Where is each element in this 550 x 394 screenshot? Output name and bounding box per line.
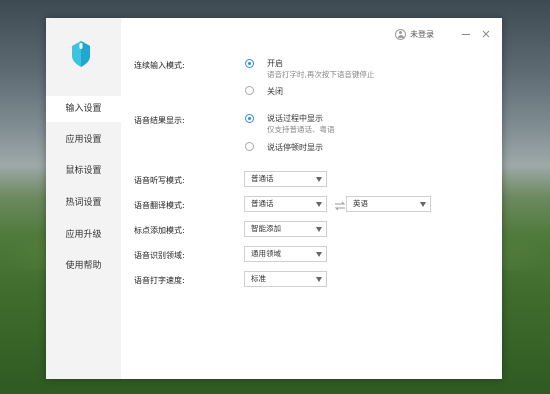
- result-display-pause-label: 说话停顿时显示: [267, 143, 323, 152]
- punctuation-mode-value: 智能添加: [251, 224, 281, 233]
- continuous-mode-label: 连续输入模式:: [134, 61, 185, 70]
- translation-mode-label: 语音翻译模式:: [134, 201, 185, 210]
- sidebar-item-mouse-settings[interactable]: 鼠标设置: [46, 158, 121, 184]
- translation-source-select[interactable]: 普通话: [244, 196, 327, 212]
- typing-speed-label: 语音打字速度:: [134, 276, 185, 285]
- swap-arrows-icon: [334, 201, 346, 211]
- typing-speed-value: 标准: [251, 274, 266, 283]
- dictation-mode-select[interactable]: 普通话: [244, 171, 327, 187]
- sidebar-item-app-upgrade[interactable]: 应用升级: [46, 222, 121, 248]
- chevron-down-icon: [316, 202, 322, 207]
- translation-target-select[interactable]: 英语: [346, 196, 431, 212]
- result-display-label: 语音结果显示:: [134, 116, 185, 125]
- close-button[interactable]: [480, 28, 492, 40]
- translation-source-value: 普通话: [251, 199, 274, 208]
- chevron-down-icon: [420, 202, 426, 207]
- user-icon[interactable]: [395, 28, 406, 40]
- continuous-mode-off-label: 关闭: [267, 87, 283, 96]
- result-display-realtime-radio[interactable]: [245, 114, 254, 123]
- typing-speed-select[interactable]: 标准: [244, 271, 327, 287]
- continuous-mode-on-label: 开启: [267, 59, 283, 68]
- punctuation-mode-select[interactable]: 智能添加: [244, 221, 327, 237]
- minimize-button[interactable]: [460, 28, 472, 40]
- chevron-down-icon: [316, 277, 322, 282]
- close-icon: [482, 30, 490, 38]
- sidebar-item-app-settings[interactable]: 应用设置: [46, 127, 121, 153]
- result-display-realtime-hint: 仅支持普通话、粤语: [267, 125, 335, 134]
- sidebar: 输入设置 应用设置 鼠标设置 热词设置 应用升级 使用帮助: [46, 18, 121, 379]
- app-logo-icon: [72, 41, 90, 67]
- result-display-pause-radio[interactable]: [245, 142, 254, 151]
- continuous-mode-on-radio[interactable]: [245, 59, 254, 68]
- sidebar-item-input-settings[interactable]: 输入设置: [46, 96, 121, 122]
- recognition-domain-value: 通用领域: [251, 249, 281, 258]
- dictation-mode-value: 普通话: [251, 174, 274, 183]
- result-display-realtime-label: 说话过程中显示: [267, 114, 323, 123]
- titlebar-controls: 未登录: [395, 26, 492, 42]
- chevron-down-icon: [316, 177, 322, 182]
- punctuation-mode-label: 标点添加模式:: [134, 226, 185, 235]
- chevron-down-icon: [316, 252, 322, 257]
- continuous-mode-on-hint: 语音打字时,再次按下语音键停止: [267, 70, 375, 79]
- continuous-mode-off-radio[interactable]: [245, 86, 254, 95]
- dictation-mode-label: 语音听写模式:: [134, 176, 185, 185]
- chevron-down-icon: [316, 227, 322, 232]
- settings-window: 输入设置 应用设置 鼠标设置 热词设置 应用升级 使用帮助 未登录 连续输入模式…: [46, 18, 502, 379]
- sidebar-item-hotword-settings[interactable]: 热词设置: [46, 190, 121, 216]
- sidebar-item-help[interactable]: 使用帮助: [46, 253, 121, 279]
- translation-target-value: 英语: [353, 199, 368, 208]
- login-link[interactable]: 未登录: [410, 29, 434, 40]
- recognition-domain-select[interactable]: 通用领域: [244, 246, 327, 262]
- recognition-domain-label: 语音识别领域:: [134, 251, 185, 260]
- minimize-icon: [462, 33, 470, 35]
